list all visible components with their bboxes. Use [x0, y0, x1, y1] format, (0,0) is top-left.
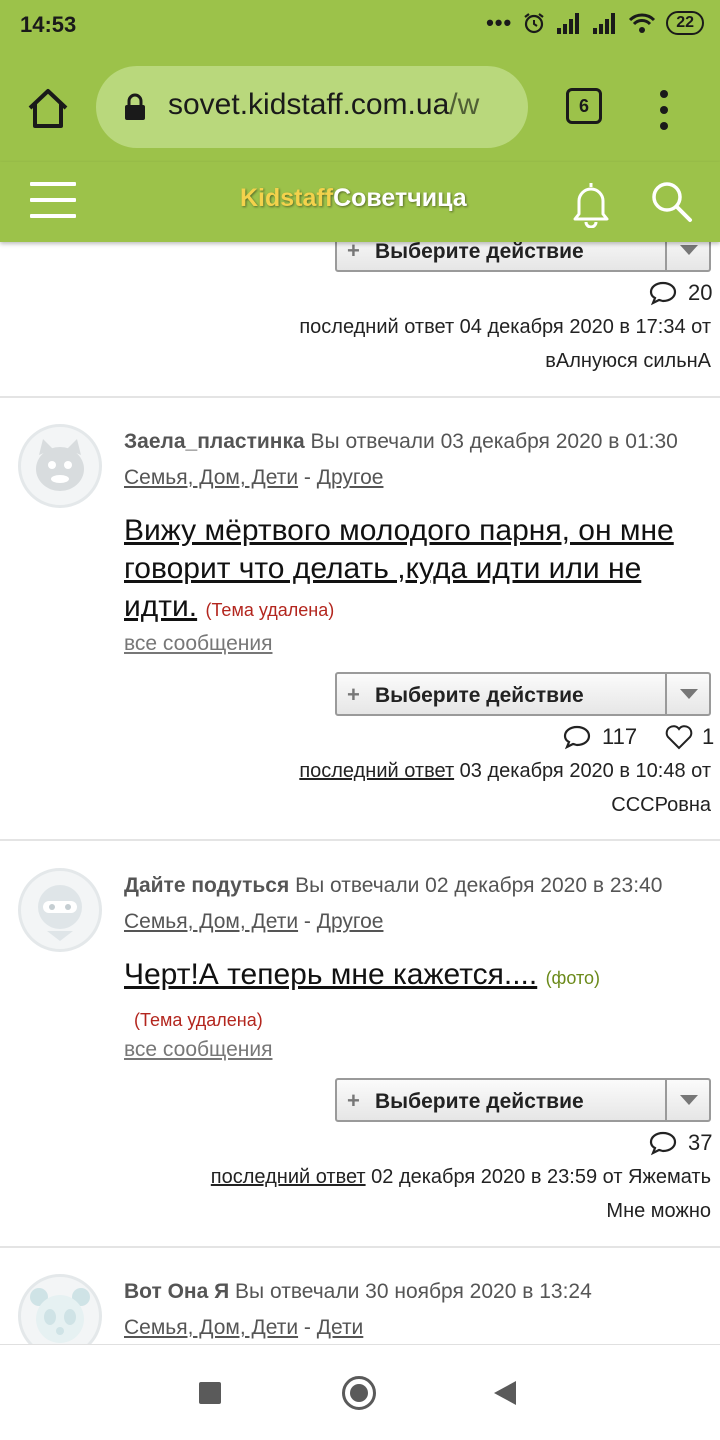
chevron-down-icon[interactable]	[665, 1080, 709, 1120]
post-meta: Дайте подуться Вы отвечали 02 декабря 20…	[124, 874, 662, 898]
avatar-panda-icon	[30, 1288, 90, 1343]
post-replied-date: Вы отвечали 30 ноября 2020 в 13:24	[229, 1280, 592, 1303]
subcategory-link[interactable]: Дети	[317, 1316, 364, 1339]
status-bar: 14:53 ••• 22	[0, 0, 720, 52]
avatar-robot-icon	[38, 885, 82, 941]
post-title: Вижу мёртвого молодого парня, он мне гов…	[124, 512, 714, 629]
logo-sovetchica: Советчица	[333, 184, 467, 212]
chevron-down-icon[interactable]	[665, 674, 709, 714]
recents-icon[interactable]	[199, 1382, 221, 1404]
signal-icon-2	[593, 13, 616, 34]
divider	[0, 839, 720, 841]
action-select-label: Выберите действие	[375, 1090, 584, 1113]
post-replied-date: Вы отвечали 03 декабря 2020 в 01:30	[304, 430, 678, 453]
last-reply-user[interactable]: вАлнуюся сильнА	[545, 350, 711, 373]
last-reply-user[interactable]: Мне можно	[606, 1200, 711, 1223]
hamburger-icon[interactable]	[30, 182, 76, 218]
status-icons: ••• 22	[486, 10, 704, 36]
action-select[interactable]: + Выберите действие	[335, 672, 711, 716]
avatar-cat-icon	[36, 439, 84, 491]
post-title-link[interactable]: Черт!А теперь мне кажется....	[124, 958, 537, 991]
action-select-label: Выберите действие	[375, 242, 584, 263]
post-category: Семья, Дом, Дети - Дети	[124, 1316, 364, 1339]
chevron-down-icon[interactable]	[665, 242, 709, 270]
avatar[interactable]	[18, 424, 102, 508]
site-header: KidstaffСоветчица	[0, 162, 720, 242]
avatar[interactable]	[18, 868, 102, 952]
avatar[interactable]	[18, 1274, 102, 1344]
status-time: 14:53	[20, 12, 77, 37]
logo-kidstaff: Kidstaff	[240, 184, 334, 212]
lock-icon	[125, 93, 145, 120]
comment-icon	[649, 281, 677, 306]
post-category: Семья, Дом, Дети - Другое	[124, 466, 384, 489]
last-reply-user[interactable]: СССРовна	[611, 794, 711, 817]
notification-dots: •••	[486, 10, 513, 35]
action-select-label: Выберите действие	[375, 684, 584, 707]
post-author[interactable]: Дайте подуться	[124, 874, 289, 897]
url-path: /w	[449, 88, 480, 121]
comment-count[interactable]: 20	[648, 280, 712, 306]
action-select[interactable]: + Выберите действие	[335, 1078, 711, 1122]
deleted-badge: (Тема удалена)	[205, 600, 335, 620]
topic-list: + Выберите действие 20 последний ответ 0…	[0, 242, 720, 1344]
post-title: Черт!А теперь мне кажется.... (фото)	[124, 956, 714, 997]
system-nav-bar	[0, 1344, 720, 1440]
battery-indicator: 22	[666, 11, 704, 35]
post-meta: Заела_пластинка Вы отвечали 03 декабря 2…	[124, 430, 678, 454]
category-link[interactable]: Семья, Дом, Дети	[124, 1316, 298, 1339]
tab-switcher-button[interactable]: 6	[566, 88, 602, 124]
home-icon[interactable]	[22, 82, 74, 134]
last-reply-line: последний ответ 04 декабря 2020 в 17:34 …	[299, 316, 711, 338]
comment-icon	[649, 1131, 677, 1156]
like-count[interactable]: 1	[664, 724, 714, 750]
post-meta: Вот Она Я Вы отвечали 30 ноября 2020 в 1…	[124, 1280, 592, 1304]
comment-count[interactable]: 117	[562, 724, 637, 750]
search-icon[interactable]	[648, 178, 694, 224]
comment-icon	[563, 725, 591, 750]
all-messages-link[interactable]: все сообщения	[124, 1038, 272, 1062]
photo-badge: (фото)	[545, 968, 601, 988]
back-icon[interactable]	[494, 1381, 516, 1405]
last-reply-line: последний ответ 02 декабря 2020 в 23:59 …	[210, 1166, 711, 1188]
last-reply-link[interactable]: последний ответ	[299, 760, 454, 782]
alarm-icon	[524, 13, 544, 34]
site-logo[interactable]: KidstaffСоветчица	[240, 184, 467, 213]
wifi-icon	[629, 13, 656, 33]
last-reply-link[interactable]: последний ответ	[211, 1166, 366, 1188]
post-category: Семья, Дом, Дети - Другое	[124, 910, 384, 933]
post-status: (Тема удалена)	[134, 998, 720, 1039]
home-nav-icon[interactable]	[342, 1376, 376, 1410]
signal-icon	[557, 13, 580, 34]
subcategory-link[interactable]: Другое	[317, 466, 384, 489]
divider	[0, 396, 720, 398]
address-bar[interactable]: sovet.kidstaff.com.ua/w	[96, 66, 528, 148]
divider	[0, 1246, 720, 1248]
category-link[interactable]: Семья, Дом, Дети	[124, 910, 298, 933]
action-select[interactable]: + Выберите действие	[335, 242, 711, 272]
bell-icon[interactable]	[566, 178, 616, 228]
post-author[interactable]: Заела_пластинка	[124, 430, 305, 453]
post-author[interactable]: Вот Она Я	[124, 1280, 229, 1303]
category-link[interactable]: Семья, Дом, Дети	[124, 466, 298, 489]
more-vert-icon[interactable]	[652, 88, 676, 132]
comment-count[interactable]: 37	[648, 1130, 712, 1156]
url-text: sovet.kidstaff.com.ua/w	[168, 88, 479, 122]
last-reply-line: последний ответ 03 декабря 2020 в 10:48 …	[299, 760, 711, 782]
subcategory-link[interactable]: Другое	[317, 910, 384, 933]
browser-toolbar: sovet.kidstaff.com.ua/w 6	[0, 52, 720, 162]
all-messages-link[interactable]: все сообщения	[124, 632, 272, 656]
deleted-badge: (Тема удалена)	[134, 1010, 263, 1030]
url-domain: sovet.kidstaff.com.ua	[168, 88, 450, 121]
post-replied-date: Вы отвечали 02 декабря 2020 в 23:40	[289, 874, 663, 897]
heart-icon[interactable]	[664, 724, 694, 750]
